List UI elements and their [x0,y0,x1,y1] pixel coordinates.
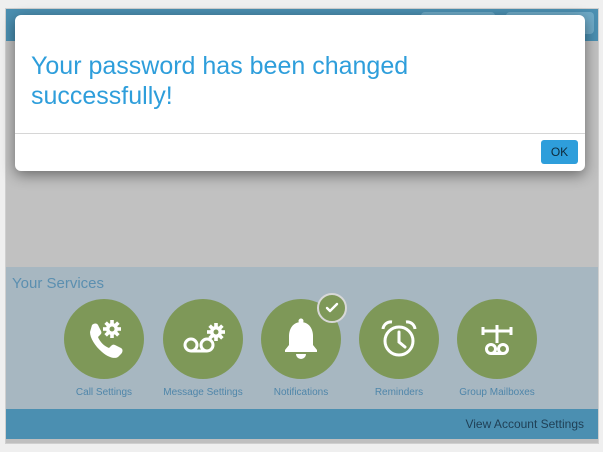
services-panel: Your Services Call Settings Message Sett… [6,267,598,409]
view-account-settings-link[interactable]: View Account Settings [465,417,584,431]
service-reminders[interactable]: Reminders [344,299,454,398]
services-title: Your Services [12,275,104,292]
service-group-mailboxes[interactable]: Group Mailboxes [442,299,552,398]
service-call-settings[interactable]: Call Settings [49,299,159,398]
ok-button[interactable]: OK [541,140,578,164]
footer-bar: View Account Settings [6,409,598,439]
service-label: Reminders [374,387,424,398]
service-label: Group Mailboxes [459,387,535,398]
service-circle[interactable] [64,299,144,379]
voicemail-gear-icon [183,323,225,353]
check-icon [325,302,339,313]
service-label: Message Settings [163,387,243,398]
service-circle[interactable] [457,299,537,379]
service-circle[interactable] [163,299,243,379]
service-circle[interactable] [359,299,439,379]
check-badge [317,293,347,323]
group-mailbox-icon [481,325,513,355]
alarm-clock-icon [381,320,417,357]
dialog-message: Your password has been changed successfu… [31,52,409,110]
bell-icon [285,318,317,359]
password-changed-dialog: Your password has been changed successfu… [15,15,585,171]
service-circle[interactable] [261,293,347,379]
dialog-divider [15,133,585,134]
service-notifications[interactable]: Notifications [246,293,356,398]
service-message-settings[interactable]: Message Settings [148,299,258,398]
service-label: Call Settings [75,387,133,398]
phone-gear-icon [90,320,123,358]
service-label: Notifications [273,387,329,398]
